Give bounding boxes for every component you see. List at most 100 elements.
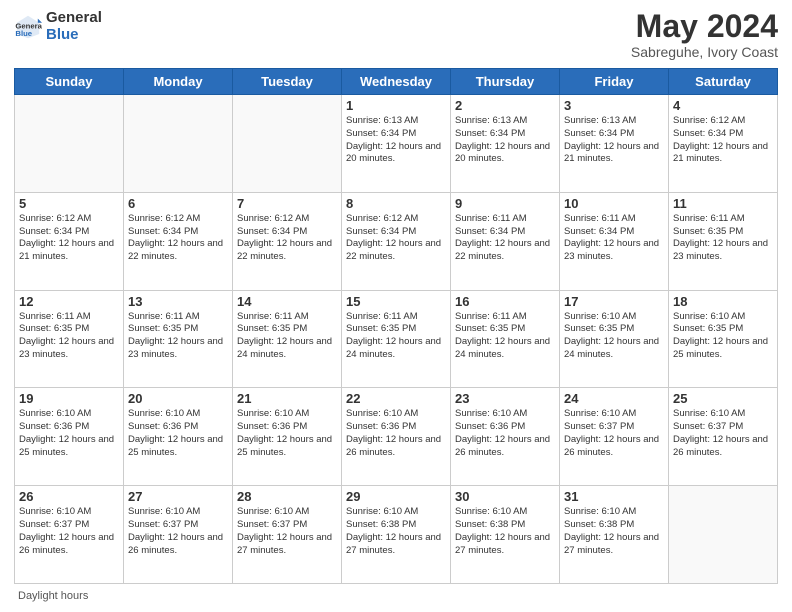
calendar-cell: 26 Sunrise: 6:10 AM Sunset: 6:37 PM Dayli… [15,486,124,584]
day-number: 1 [346,98,446,113]
calendar-cell: 13 Sunrise: 6:11 AM Sunset: 6:35 PM Dayli… [124,290,233,388]
day-info: Sunrise: 6:10 AM Sunset: 6:37 PM Dayligh… [128,506,228,557]
day-number: 16 [455,294,555,309]
day-of-week-header: Wednesday [342,69,451,95]
day-number: 21 [237,391,337,406]
day-info: Sunrise: 6:10 AM Sunset: 6:35 PM Dayligh… [673,311,773,362]
day-info: Sunrise: 6:10 AM Sunset: 6:38 PM Dayligh… [564,506,664,557]
logo-icon: General Blue [14,13,42,41]
day-number: 12 [19,294,119,309]
day-info: Sunrise: 6:11 AM Sunset: 6:35 PM Dayligh… [19,311,119,362]
calendar-cell: 22Sunrise: 6:10 AM Sunset: 6:36 PM Dayli… [342,388,451,486]
calendar-cell: 4 Sunrise: 6:12 AM Sunset: 6:34 PM Daylig… [669,95,778,193]
day-of-week-header: Monday [124,69,233,95]
day-info: Sunrise: 6:12 AM Sunset: 6:34 PM Dayligh… [346,213,446,264]
day-info: Sunrise: 6:10 AM Sunset: 6:38 PM Dayligh… [346,506,446,557]
day-info: Sunrise: 6:12 AM Sunset: 6:34 PM Dayligh… [128,213,228,264]
calendar-cell: 29 Sunrise: 6:10 AM Sunset: 6:38 PM Dayli… [342,486,451,584]
day-info: Sunrise: 6:10 AM Sunset: 6:37 PM Dayligh… [564,408,664,459]
calendar-cell: 1 Sunrise: 6:13 AM Sunset: 6:34 PM Daylig… [342,95,451,193]
day-info: Sunrise: 6:10 AM Sunset: 6:35 PM Dayligh… [564,311,664,362]
day-info: Sunrise: 6:12 AM Sunset: 6:34 PM Dayligh… [19,213,119,264]
day-number: 7 [237,196,337,211]
logo: General Blue General Blue [14,10,102,43]
calendar-cell: 16 Sunrise: 6:11 AM Sunset: 6:35 PM Dayli… [451,290,560,388]
calendar-cell: 27 Sunrise: 6:10 AM Sunset: 6:37 PM Dayli… [124,486,233,584]
day-info: Sunrise: 6:11 AM Sunset: 6:35 PM Dayligh… [455,311,555,362]
day-number: 20 [128,391,228,406]
day-info: Sunrise: 6:11 AM Sunset: 6:34 PM Dayligh… [455,213,555,264]
day-number: 4 [673,98,773,113]
day-number: 17 [564,294,664,309]
calendar-cell [233,95,342,193]
calendar-cell [124,95,233,193]
day-number: 24 [564,391,664,406]
calendar-cell: 23 Sunrise: 6:10 AM Sunset: 6:36 PM Dayli… [451,388,560,486]
day-number: 10 [564,196,664,211]
day-number: 18 [673,294,773,309]
calendar-cell: 3 Sunrise: 6:13 AM Sunset: 6:34 PM Daylig… [560,95,669,193]
day-info: Sunrise: 6:13 AM Sunset: 6:34 PM Dayligh… [346,115,446,166]
day-info: Sunrise: 6:11 AM Sunset: 6:35 PM Dayligh… [128,311,228,362]
calendar-cell: 9 Sunrise: 6:11 AM Sunset: 6:34 PM Daylig… [451,192,560,290]
calendar-cell: 12 Sunrise: 6:11 AM Sunset: 6:35 PM Dayli… [15,290,124,388]
daylight-label: Daylight hours [18,590,88,602]
day-info: Sunrise: 6:12 AM Sunset: 6:34 PM Dayligh… [237,213,337,264]
day-info: Sunrise: 6:10 AM Sunset: 6:37 PM Dayligh… [673,408,773,459]
day-number: 27 [128,489,228,504]
logo-general-text: General [46,10,102,27]
day-info: Sunrise: 6:10 AM Sunset: 6:36 PM Dayligh… [237,408,337,459]
day-number: 15 [346,294,446,309]
day-of-week-header: Thursday [451,69,560,95]
day-number: 26 [19,489,119,504]
day-info: Sunrise: 6:11 AM Sunset: 6:35 PM Dayligh… [673,213,773,264]
calendar-cell: 19 Sunrise: 6:10 AM Sunset: 6:36 PM Dayli… [15,388,124,486]
calendar-cell: 18 Sunrise: 6:10 AM Sunset: 6:35 PM Dayli… [669,290,778,388]
day-number: 29 [346,489,446,504]
day-info: Sunrise: 6:11 AM Sunset: 6:35 PM Dayligh… [346,311,446,362]
day-number: 13 [128,294,228,309]
calendar-cell: 10Sunrise: 6:11 AM Sunset: 6:34 PM Dayli… [560,192,669,290]
day-info: Sunrise: 6:10 AM Sunset: 6:37 PM Dayligh… [237,506,337,557]
calendar-cell: 14 Sunrise: 6:11 AM Sunset: 6:35 PM Dayli… [233,290,342,388]
day-number: 28 [237,489,337,504]
day-info: Sunrise: 6:10 AM Sunset: 6:37 PM Dayligh… [19,506,119,557]
day-info: Sunrise: 6:12 AM Sunset: 6:34 PM Dayligh… [673,115,773,166]
calendar-cell: 15 Sunrise: 6:11 AM Sunset: 6:35 PM Dayli… [342,290,451,388]
calendar-cell: 11 Sunrise: 6:11 AM Sunset: 6:35 PM Dayli… [669,192,778,290]
day-info: Sunrise: 6:13 AM Sunset: 6:34 PM Dayligh… [455,115,555,166]
calendar-cell [15,95,124,193]
day-number: 23 [455,391,555,406]
calendar-cell: 31 Sunrise: 6:10 AM Sunset: 6:38 PM Dayli… [560,486,669,584]
day-number: 31 [564,489,664,504]
day-of-week-header: Saturday [669,69,778,95]
day-number: 8 [346,196,446,211]
title-block: May 2024 Sabreguhe, Ivory Coast [631,10,778,60]
calendar-cell: 7 Sunrise: 6:12 AM Sunset: 6:34 PM Daylig… [233,192,342,290]
day-number: 14 [237,294,337,309]
day-info: Sunrise: 6:11 AM Sunset: 6:35 PM Dayligh… [237,311,337,362]
day-number: 3 [564,98,664,113]
calendar-location: Sabreguhe, Ivory Coast [631,44,778,60]
day-number: 30 [455,489,555,504]
calendar-cell: 24 Sunrise: 6:10 AM Sunset: 6:37 PM Dayli… [560,388,669,486]
day-number: 11 [673,196,773,211]
header: General Blue General Blue May 2024 Sabre… [14,10,778,60]
day-number: 19 [19,391,119,406]
calendar-title: May 2024 [631,10,778,42]
day-of-week-header: Tuesday [233,69,342,95]
day-info: Sunrise: 6:13 AM Sunset: 6:34 PM Dayligh… [564,115,664,166]
day-info: Sunrise: 6:10 AM Sunset: 6:36 PM Dayligh… [455,408,555,459]
page: General Blue General Blue May 2024 Sabre… [0,0,792,612]
calendar-cell: 21 Sunrise: 6:10 AM Sunset: 6:36 PM Dayli… [233,388,342,486]
day-info: Sunrise: 6:10 AM Sunset: 6:36 PM Dayligh… [128,408,228,459]
calendar-cell: 6Sunrise: 6:12 AM Sunset: 6:34 PM Daylig… [124,192,233,290]
day-of-week-header: Sunday [15,69,124,95]
day-number: 5 [19,196,119,211]
day-number: 22 [346,391,446,406]
calendar-cell: 30Sunrise: 6:10 AM Sunset: 6:38 PM Dayli… [451,486,560,584]
day-number: 9 [455,196,555,211]
day-of-week-header: Friday [560,69,669,95]
calendar-table: SundayMondayTuesdayWednesdayThursdayFrid… [14,68,778,584]
day-info: Sunrise: 6:10 AM Sunset: 6:36 PM Dayligh… [19,408,119,459]
